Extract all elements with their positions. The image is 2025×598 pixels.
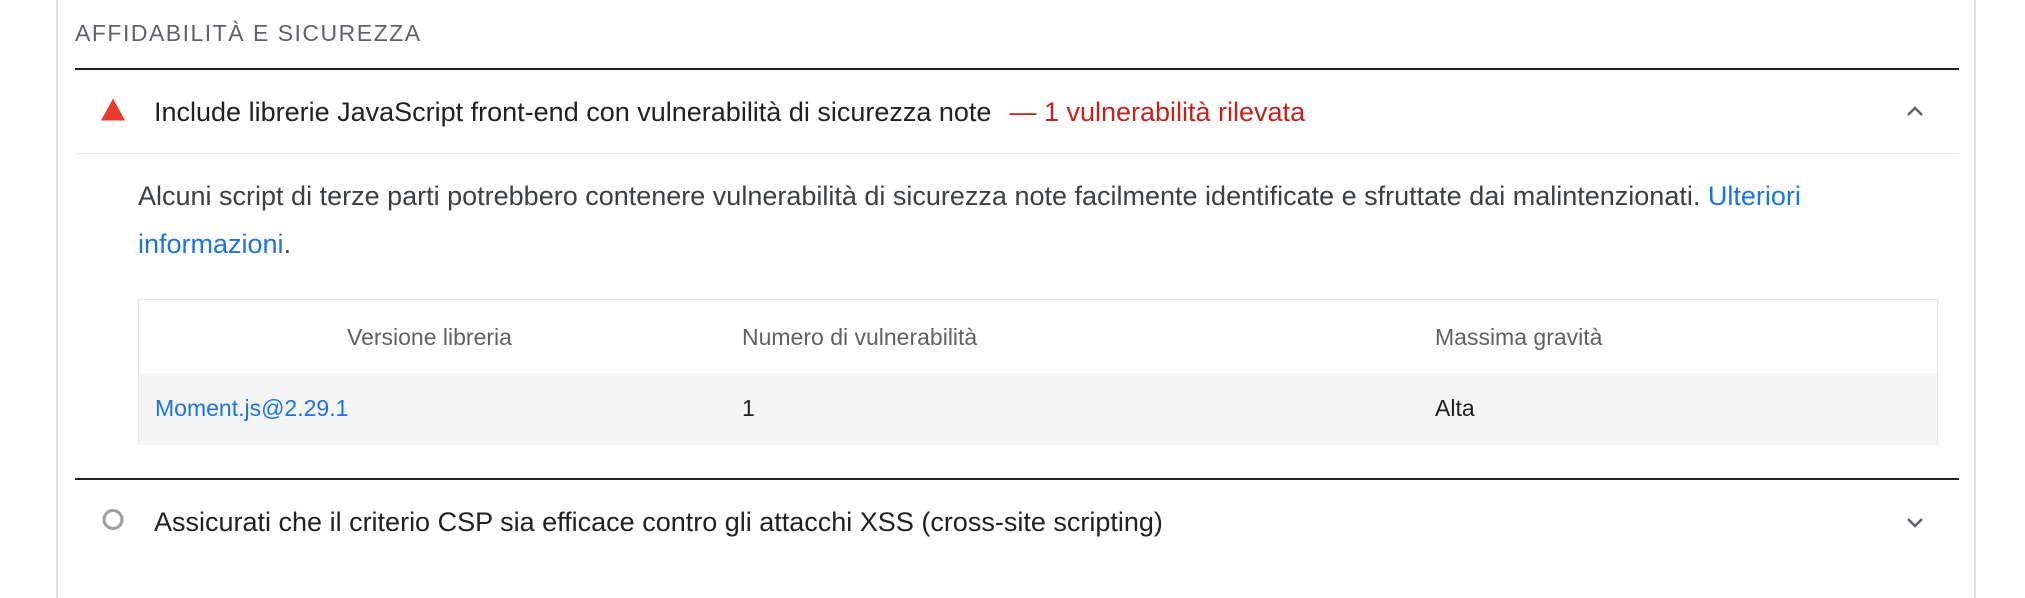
fail-triangle-icon [101,98,125,126]
chevron-up-icon[interactable] [1901,98,1929,126]
audit-divider [75,478,1959,480]
table-header-row: Versione libreria Numero di vulnerabilit… [139,300,1937,373]
table-row: Moment.js@2.29.1 1 Alta [139,373,1937,445]
audit-display-value: — 1 vulnerabilità rilevata [1009,96,1306,127]
chevron-down-icon[interactable] [1901,508,1929,536]
column-header-highest-severity: Massima gravità [1435,324,1603,350]
severity-cell: Alta [1435,395,1475,421]
audit-title-text: Assicurati che il criterio CSP sia effic… [154,506,1163,537]
vulnerability-table: Versione libreria Numero di vulnerabilit… [138,299,1938,445]
library-version-cell: Moment.js@2.29.1 [155,395,348,422]
audit-header-vulnerable-libraries[interactable]: Include librerie JavaScript front-end co… [75,80,1959,144]
neutral-circle-icon [101,508,125,537]
audit-title-text: Include librerie JavaScript front-end co… [154,96,992,127]
vulnerability-count-cell: 1 [742,395,755,421]
section-title: AFFIDABILITÀ E SICUREZZA [75,20,422,46]
library-link[interactable]: Moment.js@2.29.1 [155,395,348,421]
audit-header-csp-xss[interactable]: Assicurati che il criterio CSP sia effic… [75,490,1959,554]
section-divider [75,68,1959,70]
audit-header-divider [75,153,1959,154]
description-period: . [283,229,292,259]
column-header-vulnerability-count: Numero di vulnerabilità [742,324,978,350]
audit-title: Include librerie JavaScript front-end co… [154,97,1305,128]
column-header-library-version: Versione libreria [347,324,512,350]
audit-description: Alcuni script di terze parti potrebbero … [138,172,1958,268]
audit-description-text: Alcuni script di terze parti potrebbero … [138,181,1701,211]
